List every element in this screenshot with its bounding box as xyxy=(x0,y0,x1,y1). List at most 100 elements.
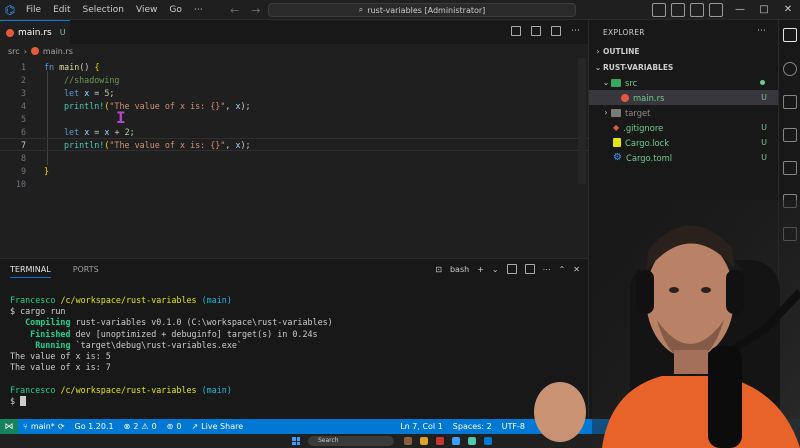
line-number: 2 xyxy=(20,74,26,85)
tree-item-main-rs[interactable]: main.rs U xyxy=(589,90,779,105)
brace: } xyxy=(44,165,50,176)
ports-count: 0 xyxy=(176,422,182,431)
overview-ruler[interactable] xyxy=(578,58,586,184)
terminal-line: Running `target\debug\rust-variables.exe… xyxy=(10,340,333,351)
run-debug-icon[interactable] xyxy=(783,128,797,142)
remote-indicator-icon[interactable]: ⋈ xyxy=(0,419,18,434)
panel: TERMINAL PORTS ⊡ bash + ⌄ ⋯ ⌃ ✕ Francesc… xyxy=(0,258,588,419)
toggle-secondary-sidebar-icon[interactable] xyxy=(690,3,704,17)
string: "The value of x is: {}" xyxy=(109,139,226,150)
code-editor[interactable]: 1 fn main() { 2 //shadowing 3 let x = 5;… xyxy=(0,58,588,258)
taskbar-app-icon[interactable] xyxy=(436,437,444,445)
menu-view[interactable]: View xyxy=(130,0,163,20)
explorer-icon[interactable] xyxy=(783,28,797,42)
untracked-badge: U xyxy=(761,123,767,132)
customize-layout-icon[interactable] xyxy=(709,3,723,17)
untracked-badge: U xyxy=(761,138,767,147)
line-number: 6 xyxy=(20,126,26,137)
taskbar-app-icon[interactable] xyxy=(404,437,412,445)
preview-icon[interactable] xyxy=(531,26,541,36)
vscode-icon[interactable] xyxy=(484,437,492,445)
git-branch[interactable]: ⑂ main* ⟳ xyxy=(18,422,70,431)
tree-item-label: .gitignore xyxy=(623,122,664,133)
tab-terminal[interactable]: TERMINAL xyxy=(10,265,51,278)
chevron-down-icon[interactable]: ⌄ xyxy=(492,265,499,274)
more-actions-icon[interactable]: ⋯ xyxy=(571,26,580,36)
tree-item-label: Cargo.lock xyxy=(625,137,670,148)
menu-edit[interactable]: Edit xyxy=(47,0,76,20)
back-arrow-icon[interactable]: ← xyxy=(230,4,239,17)
search-icon[interactable] xyxy=(783,62,797,76)
outline-section[interactable]: › OUTLINE xyxy=(589,44,779,59)
status-text: rust-variables v0.1.0 (C:\workspace\rust… xyxy=(70,317,333,328)
menu-file[interactable]: File xyxy=(20,0,47,20)
live-share-button[interactable]: ↗ Live Share xyxy=(186,422,248,431)
tree-item-cargo-toml[interactable]: ⚙ Cargo.toml U xyxy=(589,150,779,165)
project-label: RUST-VARIABLES xyxy=(603,63,674,72)
tab-main-rs[interactable]: main.rs U xyxy=(0,20,70,44)
breadcrumb: src › main.rs xyxy=(0,44,588,58)
taskbar-app-icon[interactable] xyxy=(468,437,476,445)
git-icon: ◆ xyxy=(613,123,620,132)
brace: { xyxy=(94,61,100,72)
lock-icon xyxy=(613,138,621,147)
untracked-badge: U xyxy=(761,153,767,162)
taskbar-search[interactable]: Search xyxy=(308,436,394,446)
punctuation: ; xyxy=(109,87,115,98)
compare-changes-icon[interactable] xyxy=(511,26,521,36)
toggle-primary-sidebar-icon[interactable] xyxy=(652,3,666,17)
split-editor-icon[interactable] xyxy=(551,26,561,36)
tab-ports[interactable]: PORTS xyxy=(73,265,99,278)
terminal-cursor xyxy=(20,396,27,407)
warning-icon: ⚠ xyxy=(141,422,149,431)
status-label: Running xyxy=(10,339,71,350)
punctuation: , xyxy=(225,100,236,111)
menu-more[interactable]: ⋯ xyxy=(188,0,209,20)
folder-icon[interactable] xyxy=(420,437,428,445)
tree-item-label: target xyxy=(625,107,651,118)
cursor-position[interactable]: Ln 7, Col 1 xyxy=(395,422,448,431)
toggle-panel-icon[interactable] xyxy=(671,3,685,17)
project-section[interactable]: ⌄ RUST-VARIABLES xyxy=(589,60,779,75)
command-center[interactable]: ⌕ rust-variables [Administrator] xyxy=(268,3,576,17)
new-terminal-icon[interactable]: + xyxy=(477,265,484,274)
tree-item-cargo-lock[interactable]: Cargo.lock U xyxy=(589,135,779,150)
maximize-button[interactable]: □ xyxy=(752,0,776,20)
ports-indicator[interactable]: ⊚ 0 xyxy=(162,422,187,431)
menu-go[interactable]: Go xyxy=(163,0,187,20)
terminal-output[interactable]: Francesco /c/workspace/rust-variables (m… xyxy=(10,295,333,407)
prompt-path: /c/workspace/rust-variables xyxy=(60,295,197,305)
menu-selection[interactable]: Selection xyxy=(77,0,130,20)
close-window-button[interactable]: ✕ xyxy=(776,0,800,20)
tree-item-src[interactable]: ⌄ src xyxy=(589,75,779,90)
tree-item-gitignore[interactable]: ◆ .gitignore U xyxy=(589,120,779,135)
more-actions-icon[interactable]: ⋯ xyxy=(757,26,766,36)
extensions-icon[interactable] xyxy=(783,161,797,175)
tree-item-target[interactable]: › target xyxy=(589,105,779,120)
split-terminal-icon[interactable] xyxy=(506,264,517,274)
encoding[interactable]: UTF-8 xyxy=(497,422,530,431)
code-line: 2 //shadowing xyxy=(0,73,588,86)
breadcrumb-folder[interactable]: src xyxy=(8,47,20,56)
breadcrumb-file[interactable]: main.rs xyxy=(43,47,73,56)
punctuation: = xyxy=(89,87,105,98)
go-version[interactable]: Go 1.20.1 xyxy=(70,422,119,431)
source-control-icon[interactable] xyxy=(783,95,797,109)
prompt-dollar: $ xyxy=(10,395,21,406)
minimize-button[interactable]: — xyxy=(728,0,752,20)
search-icon: ⌕ xyxy=(358,5,364,14)
untracked-badge: U xyxy=(761,93,767,102)
string: "The value of x is: {}" xyxy=(109,100,226,111)
menu-bar: File Edit Selection View Go ⋯ xyxy=(20,0,209,20)
shell-label[interactable]: bash xyxy=(450,265,469,274)
indentation[interactable]: Spaces: 2 xyxy=(448,422,497,431)
taskbar-app-icon[interactable] xyxy=(452,437,460,445)
navigation-arrows: ← → xyxy=(230,0,260,20)
windows-start-icon[interactable] xyxy=(292,437,300,445)
problems-indicator[interactable]: ⊗ 2 ⚠ 0 xyxy=(119,422,162,431)
status-label: Finished xyxy=(10,328,71,339)
broadcast-icon: ⊚ xyxy=(166,422,174,431)
line-number: 4 xyxy=(20,100,26,111)
forward-arrow-icon[interactable]: → xyxy=(251,4,260,17)
